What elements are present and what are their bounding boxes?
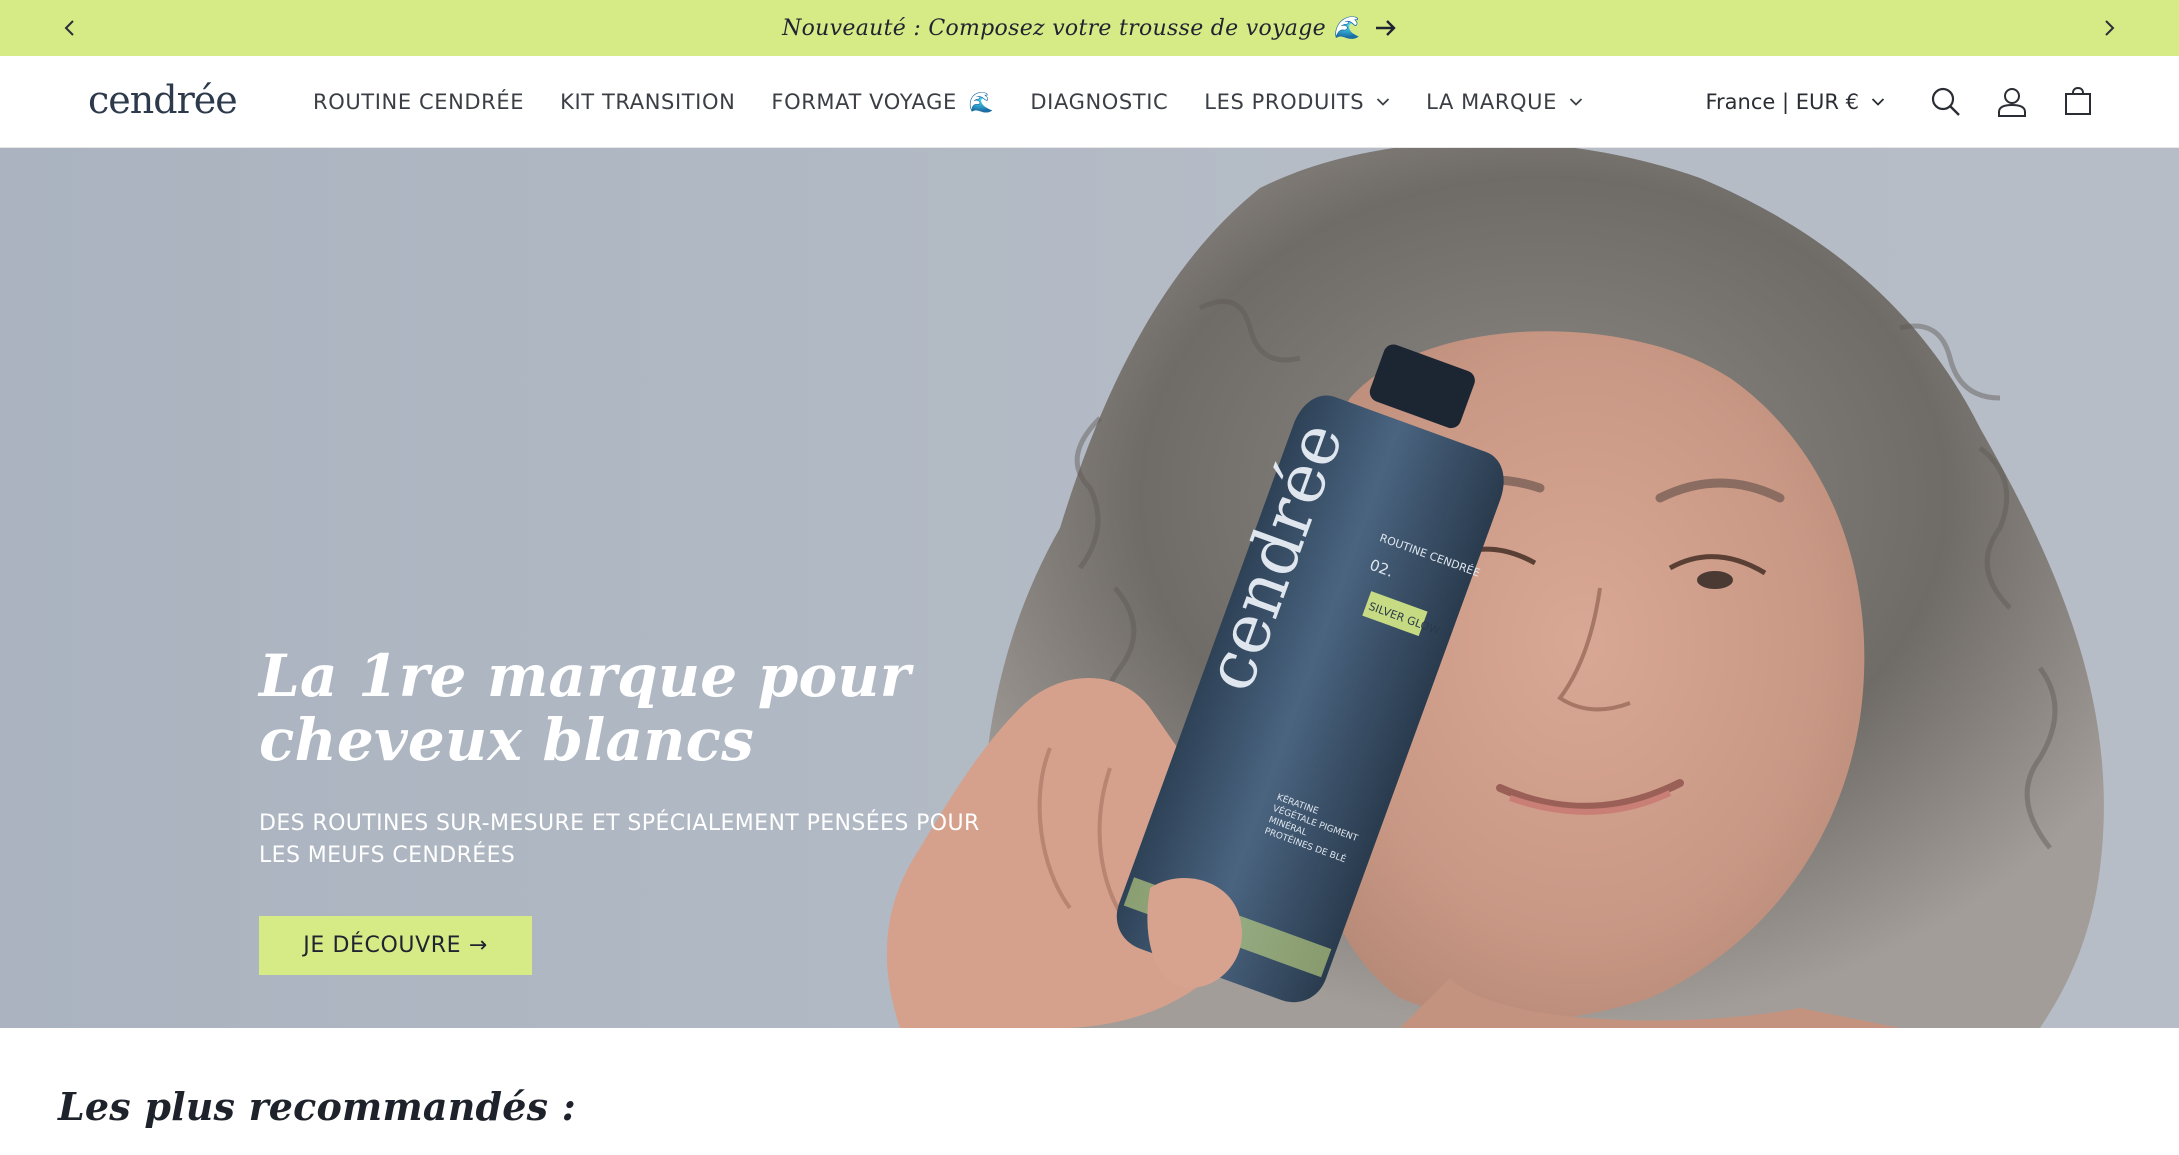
nav-la-marque[interactable]: LA MARQUE <box>1426 56 1583 148</box>
announcement-prev-button[interactable] <box>42 0 98 56</box>
hero-banner: cendrée ROUTINE CENDRÉE 02. SILVER GLOW … <box>0 148 2179 1028</box>
main-nav: ROUTINE CENDRÉE KIT TRANSITION FORMAT VO… <box>313 56 1619 148</box>
hero-subtitle: DES ROUTINES SUR-MESURE ET SPÉCIALEMENT … <box>259 811 980 868</box>
chevron-down-icon <box>1871 98 1885 106</box>
hero-image: cendrée ROUTINE CENDRÉE 02. SILVER GLOW … <box>886 148 2104 1028</box>
nav-format-voyage[interactable]: FORMAT VOYAGE 🌊 <box>771 56 994 148</box>
logo[interactable]: cendrée <box>88 76 238 124</box>
country-selector[interactable]: France | EUR € <box>1705 90 1885 114</box>
announcement-link[interactable]: Nouveauté : Composez votre trousse de vo… <box>782 16 1397 41</box>
search-icon <box>1931 87 1960 116</box>
nav-label: KIT TRANSITION <box>560 90 736 114</box>
site-header: cendrée ROUTINE CENDRÉE KIT TRANSITION F… <box>0 56 2179 148</box>
header-tools: France | EUR € <box>1705 56 2111 148</box>
nav-les-produits[interactable]: LES PRODUITS <box>1204 56 1390 148</box>
nav-label: LES PRODUITS <box>1204 90 1365 114</box>
announcement-text: Nouveauté : Composez votre trousse de vo… <box>782 15 1361 41</box>
chevron-down-icon <box>1377 98 1390 106</box>
search-button[interactable] <box>1913 69 1979 135</box>
cart-icon <box>2065 86 2091 115</box>
nav-routine-cendree[interactable]: ROUTINE CENDRÉE <box>313 56 524 148</box>
nav-label: FORMAT VOYAGE <box>771 90 957 114</box>
account-icon <box>1998 88 2026 117</box>
cart-button[interactable] <box>2045 69 2111 135</box>
account-button[interactable] <box>1979 69 2045 135</box>
announcement-next-button[interactable] <box>2081 0 2137 56</box>
nav-kit-transition[interactable]: KIT TRANSITION <box>560 56 735 148</box>
chevron-left-icon <box>64 20 74 36</box>
chevron-right-icon <box>2105 20 2115 36</box>
arrow-right-icon <box>1375 20 1396 36</box>
announcement-bar: Nouveauté : Composez votre trousse de vo… <box>0 0 2179 56</box>
recommended-section-title: Les plus recommandés : <box>58 1084 576 1129</box>
hero-title: La 1re marque pour cheveux blancs <box>259 642 911 774</box>
chevron-down-icon <box>1569 98 1583 106</box>
nav-label: ROUTINE CENDRÉE <box>313 90 525 114</box>
nav-label: DIAGNOSTIC <box>1030 90 1169 114</box>
nav-diagnostic[interactable]: DIAGNOSTIC <box>1030 56 1168 148</box>
nav-label: LA MARQUE <box>1426 90 1558 114</box>
country-label: France | EUR € <box>1705 90 1859 114</box>
discover-button[interactable]: JE DÉCOUVRE → <box>259 916 532 975</box>
wave-emoji-icon: 🌊 <box>968 90 995 114</box>
